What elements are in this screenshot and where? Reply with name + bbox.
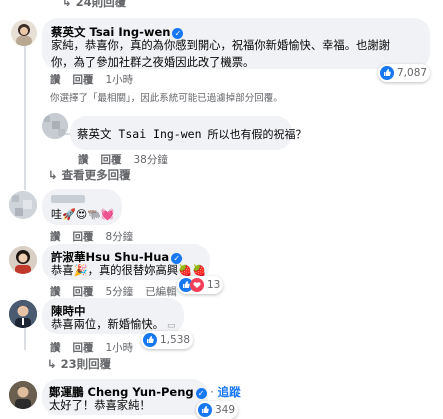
comment-actions: 讚回覆 8分鐘	[50, 229, 145, 244]
avatar[interactable]	[9, 381, 37, 409]
comment-actions: 讚回覆 1小時	[50, 72, 145, 87]
comment-actions: 讚回覆 5分鐘 已編輯	[50, 284, 189, 299]
avatar-image	[9, 300, 37, 328]
avatar-image	[9, 381, 37, 409]
avatar[interactable]	[9, 246, 37, 274]
comment-bubble: 蔡英文 Tsai Ing-wen ✓ 家純，恭喜你，真的為你感到開心，祝福你新婚愉…	[42, 18, 430, 69]
timestamp[interactable]: 1小時	[106, 74, 134, 86]
avatar-image	[9, 246, 37, 274]
follow-button[interactable]: 追蹤	[218, 385, 241, 399]
reply-button[interactable]: 回覆	[73, 231, 94, 243]
like-button[interactable]: 讚	[78, 154, 89, 166]
comment-author[interactable]: 蔡英文 Tsai Ing-wen	[77, 127, 202, 141]
blurred-author-name	[51, 195, 85, 203]
avatar[interactable]	[42, 113, 68, 139]
like-icon	[198, 403, 212, 417]
reply-button[interactable]: 回覆	[73, 342, 94, 354]
verified-badge-icon: ✓	[195, 388, 207, 399]
reaction-count[interactable]: 7,087	[378, 64, 431, 82]
comment-bubble: 鄭運鵬 Cheng Yun-Peng ✓ · 追蹤 太好了！恭喜家純！	[42, 379, 241, 415]
avatar-image	[9, 191, 37, 219]
like-icon	[380, 66, 394, 80]
comment-bubble: 蔡英文 Tsai Ing-wen 所以也有假的祝福？	[70, 116, 307, 150]
reply-arrow-icon: ↳	[62, 0, 76, 9]
edited-label: 已編輯	[145, 286, 177, 298]
comment-text: 蔡英文 Tsai Ing-wen 所以也有假的祝福？	[77, 127, 307, 141]
comment-text: 太好了！恭喜家純！	[49, 399, 151, 412]
comment-bubble: 哇🚀😍🐃💓	[42, 189, 122, 225]
reply-button[interactable]: 回覆	[73, 286, 94, 298]
comment-actions: 讚回覆 1小時	[50, 340, 145, 355]
avatar-image	[16, 24, 32, 46]
comment-actions: 讚回覆 38分鐘	[78, 152, 180, 167]
filter-note: 你選擇了「最相關」，因此系統可能已過濾掉部分回覆。	[50, 93, 283, 104]
thread-line	[24, 328, 26, 350]
timestamp[interactable]: 38分鐘	[134, 154, 168, 166]
timestamp[interactable]: 1小時	[106, 342, 134, 354]
view-replies-link[interactable]: ↳ 24則回覆	[62, 0, 126, 10]
comment-bubble: 許淑華Hsu Shu-Hua ✓ 恭喜🎉，真的很替妳高興🍓🍓	[42, 244, 210, 280]
like-button[interactable]: 讚	[50, 286, 61, 298]
avatar-image	[42, 113, 68, 139]
document-icon: ▭	[166, 321, 176, 331]
thread-line	[24, 44, 26, 190]
timestamp[interactable]: 5分鐘	[106, 286, 134, 298]
avatar[interactable]	[11, 20, 37, 46]
love-icon	[190, 278, 204, 292]
avatar[interactable]	[9, 300, 37, 328]
like-button[interactable]: 讚	[50, 74, 61, 86]
like-button[interactable]: 讚	[50, 342, 61, 354]
view-replies-link[interactable]: ↳ 23則回覆	[47, 356, 111, 372]
reply-button[interactable]: 回覆	[73, 74, 94, 86]
reply-arrow-icon: ↳	[48, 168, 62, 182]
reply-button[interactable]: 回覆	[101, 154, 122, 166]
comment-bubble: 陳時中 恭喜兩位，新婚愉快。 ▭	[42, 298, 184, 334]
reply-arrow-icon: ↳	[47, 357, 61, 371]
avatar[interactable]	[9, 191, 37, 219]
reaction-count[interactable]: 349	[196, 401, 239, 419]
comment-text: 哇🚀😍🐃💓	[51, 208, 115, 221]
reaction-count[interactable]: 1,538	[141, 331, 194, 349]
comment-text: 家純，恭喜你，真的為你感到開心，祝福你新婚愉快、幸福。也謝謝 你，為了參加社群之…	[51, 39, 390, 69]
like-button[interactable]: 讚	[50, 231, 61, 243]
timestamp[interactable]: 8分鐘	[106, 231, 134, 243]
view-more-replies-link[interactable]: ↳ 查看更多回覆	[48, 167, 131, 183]
